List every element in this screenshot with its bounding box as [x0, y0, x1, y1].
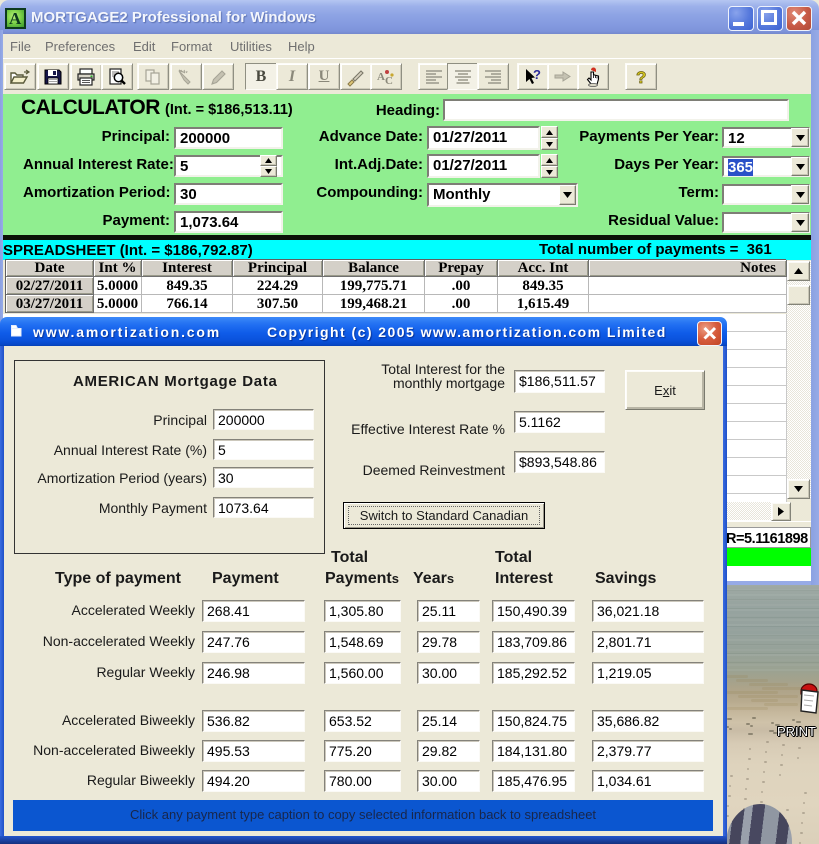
- svg-text:?: ?: [636, 68, 646, 87]
- svg-text:A: A: [377, 71, 385, 83]
- svg-text:C: C: [385, 75, 393, 87]
- svg-text:?: ?: [533, 67, 541, 82]
